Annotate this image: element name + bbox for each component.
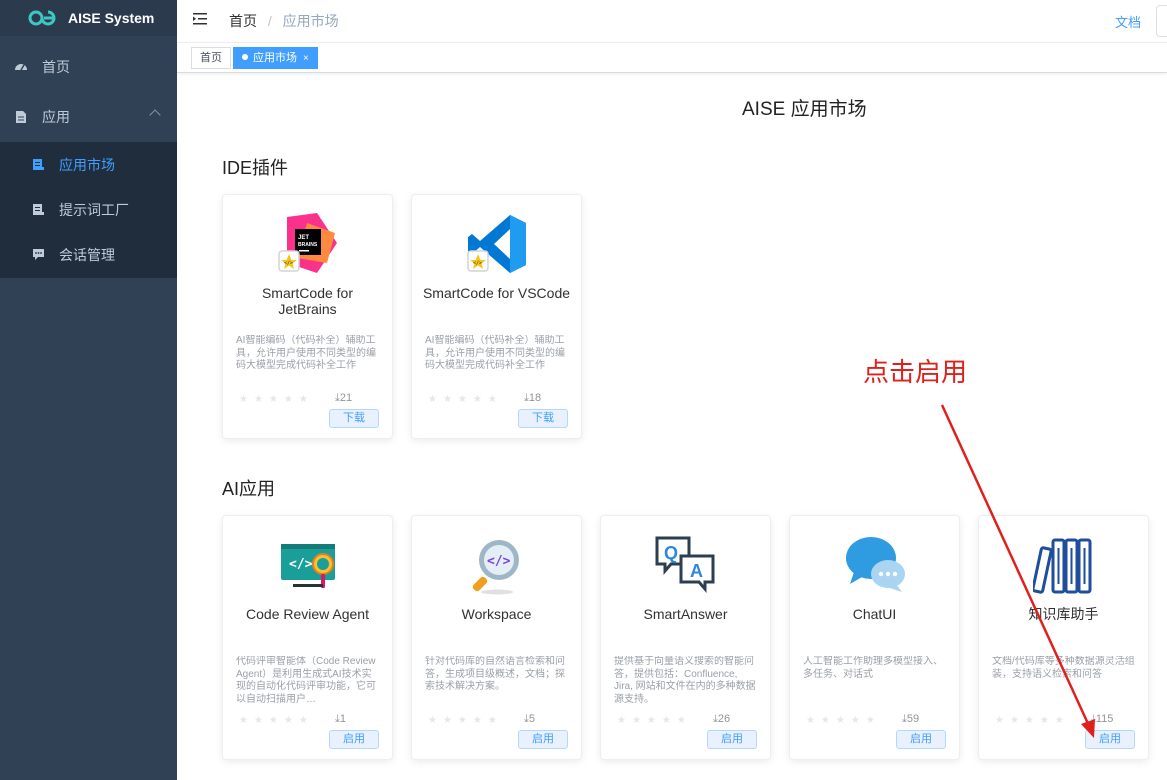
- svg-text:A: A: [690, 561, 703, 581]
- chat-bubbles-icon: [846, 537, 905, 592]
- download-count: ⤓59: [902, 713, 920, 725]
- sidebar-item-label: 首页: [42, 59, 70, 75]
- app-card[interactable]: 知识库助手 文档/代码库等多种数据源灵活组装，支持语义检索和问答 ★★★★★ ⤓…: [978, 515, 1149, 760]
- app-card[interactable]: </> SmartCode for VSCode AI智能编码（代码补全）辅助工…: [411, 194, 582, 439]
- app-card[interactable]: Q A SmartAnswer 提供基于向量语义搜索的智能问答，提供包括：Con…: [600, 515, 771, 760]
- sidebar-item-label: 应用市场: [59, 156, 115, 173]
- tag-label: 应用市场: [253, 52, 297, 64]
- app-card[interactable]: </> Code Review Agent 代码评审智能体（Code Revie…: [222, 515, 393, 760]
- download-count: ⤓26: [713, 713, 731, 725]
- hamburger-icon[interactable]: [193, 12, 209, 26]
- svg-text:</>: </>: [487, 554, 511, 569]
- app-card[interactable]: JET BRAINS </> SmartCode for JetBrains A…: [222, 194, 393, 439]
- navbar-search-box[interactable]: [1156, 5, 1167, 37]
- breadcrumb: 首页 / 应用市场: [229, 11, 339, 31]
- active-dot-icon: [242, 54, 248, 61]
- qa-bubbles-icon: Q A: [655, 536, 715, 594]
- sidebar-item-prompt-factory[interactable]: 提示词工厂: [0, 187, 177, 232]
- brand-title: AISE System: [68, 10, 155, 26]
- rating-stars[interactable]: ★★★★★: [995, 715, 1070, 726]
- app-card-desc: 文档/代码库等多种数据源灵活组装，支持语义检索和问答: [992, 656, 1135, 680]
- enable-button[interactable]: 启用: [1085, 730, 1135, 749]
- dashboard-icon: [15, 64, 27, 71]
- svg-text:JET: JET: [298, 235, 309, 241]
- rating-stars[interactable]: ★★★★★: [428, 394, 503, 405]
- tags-view: 首页 应用市场 ×: [177, 43, 1167, 73]
- app-card-desc: 人工智能工作助理多模型接入、多任务、对话式: [803, 656, 943, 680]
- breadcrumb-current: 应用市场: [282, 13, 339, 29]
- app-card-name: Workspace: [461, 606, 532, 622]
- top-navbar: 首页 / 应用市场 文档: [177, 0, 1167, 43]
- download-button[interactable]: 下载: [518, 409, 568, 428]
- aise-logo-icon: [28, 10, 56, 26]
- sidebar: AISE System 首页 应用 应用市场 提示词工厂 会话管理: [0, 0, 177, 780]
- svg-text:</>: </>: [284, 261, 293, 267]
- list-doc-icon: [33, 159, 44, 170]
- brand[interactable]: AISE System: [0, 0, 177, 36]
- docs-link[interactable]: 文档: [1115, 12, 1141, 31]
- tag-label: 首页: [200, 52, 222, 64]
- rating-stars[interactable]: ★★★★★: [617, 715, 692, 726]
- enable-button[interactable]: 启用: [707, 730, 757, 749]
- list-doc-icon: [33, 204, 44, 215]
- app-card-name: ChatUI: [852, 606, 897, 622]
- sidebar-item-home[interactable]: 首页: [0, 42, 177, 92]
- enable-button[interactable]: 启用: [329, 730, 379, 749]
- page-title: AISE 应用市场: [742, 99, 867, 120]
- breadcrumb-separator: /: [267, 13, 272, 29]
- app-card-desc: 针对代码库的自然语言检索和问答，生成项目级概述，文档；探索技术解决方案。: [425, 656, 565, 692]
- sidebar-item-label: 会话管理: [59, 246, 115, 263]
- tag-app-market[interactable]: 应用市场 ×: [233, 47, 318, 69]
- tag-home[interactable]: 首页: [191, 47, 231, 69]
- section-title-ai-apps: AI应用: [222, 479, 276, 499]
- download-count: ⤓18: [524, 392, 542, 404]
- download-button[interactable]: 下载: [329, 409, 379, 428]
- books-icon: [1033, 538, 1092, 594]
- code-review-icon: </>: [281, 544, 335, 588]
- app-card-desc: 代码评审智能体（Code Review Agent）是利用生成式AI技术实现的自…: [236, 656, 376, 705]
- app-card-desc: AI智能编码（代码补全）辅助工具，允许用户使用不同类型的编码大模型完成代码补全工…: [236, 335, 376, 371]
- svg-text:</>: </>: [473, 261, 482, 267]
- app-card-name: SmartAnswer: [643, 606, 728, 622]
- app-root: AISE System 首页 应用 应用市场 提示词工厂 会话管理 首页 / 应…: [0, 0, 1167, 780]
- rating-stars[interactable]: ★★★★★: [806, 715, 881, 726]
- vscode-plugin-icon: </>: [467, 215, 526, 273]
- enable-button[interactable]: 启用: [518, 730, 568, 749]
- breadcrumb-home[interactable]: 首页: [229, 13, 257, 29]
- code-search-icon: </>: [472, 540, 519, 595]
- rating-stars[interactable]: ★★★★★: [239, 394, 314, 405]
- sidebar-item-session-mgmt[interactable]: 会话管理: [0, 232, 177, 277]
- enable-button[interactable]: 启用: [896, 730, 946, 749]
- app-card-desc: AI智能编码（代码补全）辅助工具，允许用户使用不同类型的编码大模型完成代码补全工…: [425, 335, 565, 371]
- app-card[interactable]: </> Workspace 针对代码库的自然语言检索和问答，生成项目级概述，文档…: [411, 515, 582, 760]
- app-card-desc: 提供基于向量语义搜索的智能问答，提供包括：Confluence, Jira, 网…: [614, 656, 756, 705]
- rating-stars[interactable]: ★★★★★: [239, 715, 314, 726]
- app-card-name: SmartCode for JetBrains: [261, 285, 354, 317]
- svg-text:BRAINS: BRAINS: [298, 242, 318, 248]
- chat-bubble-icon: [33, 249, 44, 260]
- annotation-text: 点击启用: [863, 357, 968, 387]
- download-count: ⤓5: [524, 713, 535, 725]
- close-icon[interactable]: ×: [303, 53, 309, 64]
- document-icon: [16, 111, 26, 123]
- download-count: ⤓21: [335, 392, 353, 404]
- jetbrains-plugin-icon: JET BRAINS </>: [278, 213, 337, 273]
- sidebar-item-apps[interactable]: 应用: [0, 92, 177, 142]
- app-card-name: 知识库助手: [1028, 606, 1099, 622]
- sidebar-item-label: 应用: [42, 109, 70, 125]
- svg-text:Q: Q: [664, 543, 678, 563]
- submenu-apps: 应用市场 提示词工厂 会话管理: [0, 142, 177, 278]
- app-card[interactable]: ChatUI 人工智能工作助理多模型接入、多任务、对话式 ★★★★★ ⤓59 启…: [789, 515, 960, 760]
- svg-text:</>: </>: [289, 557, 313, 572]
- main-content: AISE 应用市场 IDE插件 JET BRAINS </> SmartCode…: [177, 74, 1167, 780]
- section-title-ide-plugins: IDE插件: [222, 158, 289, 178]
- chevron-up-icon: [149, 109, 161, 121]
- rating-stars[interactable]: ★★★★★: [428, 715, 503, 726]
- sidebar-item-label: 提示词工厂: [59, 201, 129, 218]
- download-count: ⤓115: [1091, 713, 1114, 725]
- sidebar-item-app-market[interactable]: 应用市场: [0, 142, 177, 187]
- app-card-name: Code Review Agent: [246, 606, 369, 622]
- app-card-name: SmartCode for VSCode: [422, 285, 571, 301]
- download-count: ⤓1: [335, 713, 346, 725]
